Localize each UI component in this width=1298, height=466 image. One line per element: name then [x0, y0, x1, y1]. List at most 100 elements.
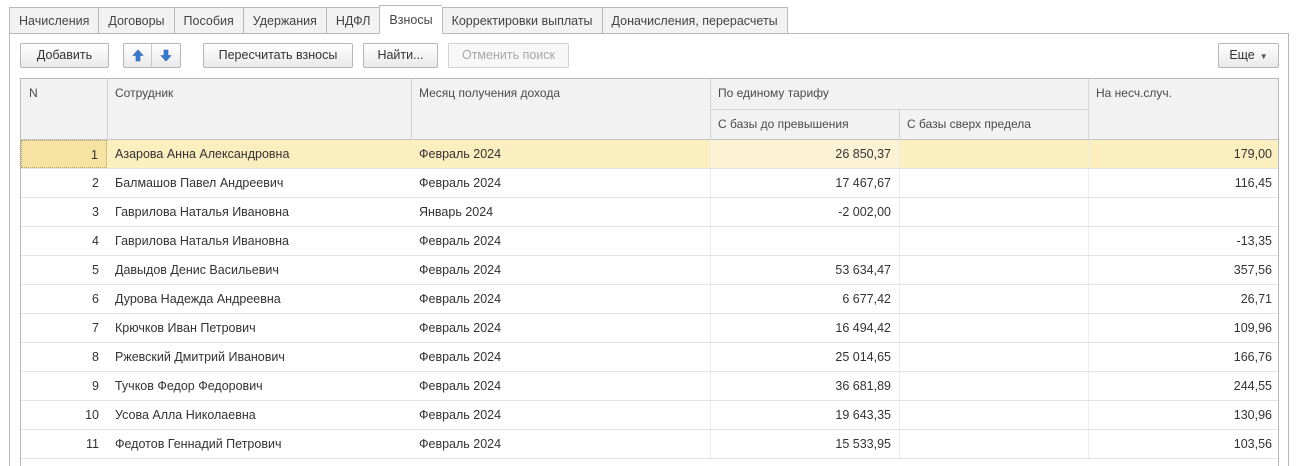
cell-month[interactable]: Февраль 2024	[411, 227, 711, 255]
cell-n[interactable]: 6	[21, 285, 107, 313]
header-accident[interactable]: На несч.случ.	[1088, 79, 1278, 107]
cell-month[interactable]: Январь 2024	[411, 198, 711, 226]
cell-month[interactable]: Февраль 2024	[411, 169, 711, 197]
cell-base-below[interactable]: 36 681,89	[710, 372, 899, 400]
cell-base-over[interactable]	[899, 256, 1088, 284]
cell-n[interactable]: 11	[21, 430, 107, 458]
header-employee[interactable]: Сотрудник	[107, 79, 411, 107]
cell-month[interactable]: Февраль 2024	[411, 140, 711, 168]
table-row[interactable]: 2 Балмашов Павел Андреевич Февраль 2024 17 …	[21, 169, 1278, 198]
tab-accruals[interactable]: Начисления	[9, 7, 99, 34]
tab-deductions[interactable]: Удержания	[242, 7, 326, 34]
table-row[interactable]: 8 Ржевский Дмитрий Иванович Февраль 2024 25…	[21, 343, 1278, 372]
cell-base-below[interactable]: 26 850,37	[710, 140, 899, 168]
cell-employee[interactable]: Гаврилова Наталья Ивановна	[107, 198, 411, 226]
move-up-button[interactable]	[124, 44, 152, 67]
cell-base-over[interactable]	[899, 198, 1088, 226]
more-button[interactable]: Еще ▼	[1218, 43, 1279, 68]
header-single-tariff[interactable]: По единому тарифу	[710, 79, 1088, 107]
cell-accident[interactable]: -13,35	[1088, 227, 1278, 255]
tab-payment-corrections[interactable]: Корректировки выплаты	[441, 7, 602, 34]
header-base-below[interactable]: С базы до превышения	[710, 110, 899, 138]
table-row[interactable]: 5 Давыдов Денис Васильевич Февраль 2024 53 …	[21, 256, 1278, 285]
cell-month[interactable]: Февраль 2024	[411, 372, 711, 400]
cell-employee[interactable]: Азарова Анна Александровна	[107, 140, 411, 168]
cell-accident[interactable]: 116,45	[1088, 169, 1278, 197]
table-row[interactable]: 4 Гаврилова Наталья Ивановна Февраль 2024 -…	[21, 227, 1278, 256]
header-n[interactable]: N	[21, 79, 107, 107]
tab-ndfl[interactable]: НДФЛ	[325, 7, 380, 34]
table-row[interactable]: 1 Азарова Анна Александровна Февраль 2024 2…	[21, 140, 1278, 169]
cell-base-over[interactable]	[899, 372, 1088, 400]
table-row[interactable]: 9 Тучков Федор Федорович Февраль 2024 36 68…	[21, 372, 1278, 401]
cell-base-below[interactable]: 17 467,67	[710, 169, 899, 197]
cell-n[interactable]: 5	[21, 256, 107, 284]
cell-employee[interactable]: Балмашов Павел Андреевич	[107, 169, 411, 197]
cell-accident[interactable]: 26,71	[1088, 285, 1278, 313]
cell-accident[interactable]: 179,00	[1088, 140, 1278, 168]
cell-accident[interactable]: 357,56	[1088, 256, 1278, 284]
contributions-table: N Сотрудник Месяц получения дохода По ед…	[20, 78, 1279, 466]
cell-month[interactable]: Февраль 2024	[411, 430, 711, 458]
cell-base-over[interactable]	[899, 169, 1088, 197]
cell-accident[interactable]	[1088, 198, 1278, 226]
cell-employee[interactable]: Ржевский Дмитрий Иванович	[107, 343, 411, 371]
cell-base-below[interactable]	[710, 227, 899, 255]
cell-accident[interactable]: 103,56	[1088, 430, 1278, 458]
cell-base-over[interactable]	[899, 401, 1088, 429]
cell-n[interactable]: 9	[21, 372, 107, 400]
cell-month[interactable]: Февраль 2024	[411, 256, 711, 284]
cell-employee[interactable]: Крючков Иван Петрович	[107, 314, 411, 342]
cell-employee[interactable]: Усова Алла Николаевна	[107, 401, 411, 429]
cell-accident[interactable]: 166,76	[1088, 343, 1278, 371]
cell-base-below[interactable]: 16 494,42	[710, 314, 899, 342]
cell-base-over[interactable]	[899, 140, 1088, 168]
cell-employee[interactable]: Федотов Геннадий Петрович	[107, 430, 411, 458]
cell-accident[interactable]: 130,96	[1088, 401, 1278, 429]
cell-base-over[interactable]	[899, 227, 1088, 255]
cell-accident[interactable]: 244,55	[1088, 372, 1278, 400]
header-base-over[interactable]: С базы сверх предела	[899, 110, 1088, 138]
cell-n[interactable]: 1	[21, 140, 107, 168]
table-row[interactable]: 7 Крючков Иван Петрович Февраль 2024 16 494…	[21, 314, 1278, 343]
cell-n[interactable]: 3	[21, 198, 107, 226]
table-row[interactable]: 3 Гаврилова Наталья Ивановна Январь 2024 -2…	[21, 198, 1278, 227]
tab-benefits[interactable]: Пособия	[173, 7, 243, 34]
table-row[interactable]: 10 Усова Алла Николаевна Февраль 2024 19 64…	[21, 401, 1278, 430]
cell-base-below[interactable]: 15 533,95	[710, 430, 899, 458]
cell-base-over[interactable]	[899, 343, 1088, 371]
table-row[interactable]: 11 Федотов Геннадий Петрович Февраль 2024 1…	[21, 430, 1278, 459]
cell-month[interactable]: Февраль 2024	[411, 285, 711, 313]
tab-contributions[interactable]: Взносы	[379, 5, 442, 34]
cell-n[interactable]: 8	[21, 343, 107, 371]
table-row[interactable]: 6 Дурова Надежда Андреевна Февраль 2024 6 6…	[21, 285, 1278, 314]
cell-employee[interactable]: Давыдов Денис Васильевич	[107, 256, 411, 284]
cell-base-below[interactable]: 19 643,35	[710, 401, 899, 429]
cell-base-over[interactable]	[899, 314, 1088, 342]
cell-base-below[interactable]: -2 002,00	[710, 198, 899, 226]
add-button[interactable]: Добавить	[20, 43, 109, 68]
cell-employee[interactable]: Гаврилова Наталья Ивановна	[107, 227, 411, 255]
find-button[interactable]: Найти...	[363, 43, 438, 68]
cell-month[interactable]: Февраль 2024	[411, 314, 711, 342]
cell-n[interactable]: 7	[21, 314, 107, 342]
cell-month[interactable]: Февраль 2024	[411, 343, 711, 371]
tab-contracts[interactable]: Договоры	[98, 7, 174, 34]
cell-base-over[interactable]	[899, 285, 1088, 313]
tab-additional-accruals[interactable]: Доначисления, перерасчеты	[601, 7, 788, 34]
header-month[interactable]: Месяц получения дохода	[411, 79, 711, 107]
recalculate-contributions-button[interactable]: Пересчитать взносы	[203, 43, 353, 68]
cell-base-below[interactable]: 6 677,42	[710, 285, 899, 313]
cell-n[interactable]: 2	[21, 169, 107, 197]
cancel-search-button[interactable]: Отменить поиск	[448, 43, 569, 68]
cell-employee[interactable]: Дурова Надежда Андреевна	[107, 285, 411, 313]
cell-employee[interactable]: Тучков Федор Федорович	[107, 372, 411, 400]
move-down-button[interactable]	[152, 44, 180, 67]
cell-base-below[interactable]: 25 014,65	[710, 343, 899, 371]
cell-month[interactable]: Февраль 2024	[411, 401, 711, 429]
cell-base-below[interactable]: 53 634,47	[710, 256, 899, 284]
cell-n[interactable]: 4	[21, 227, 107, 255]
cell-n[interactable]: 10	[21, 401, 107, 429]
cell-base-over[interactable]	[899, 430, 1088, 458]
cell-accident[interactable]: 109,96	[1088, 314, 1278, 342]
